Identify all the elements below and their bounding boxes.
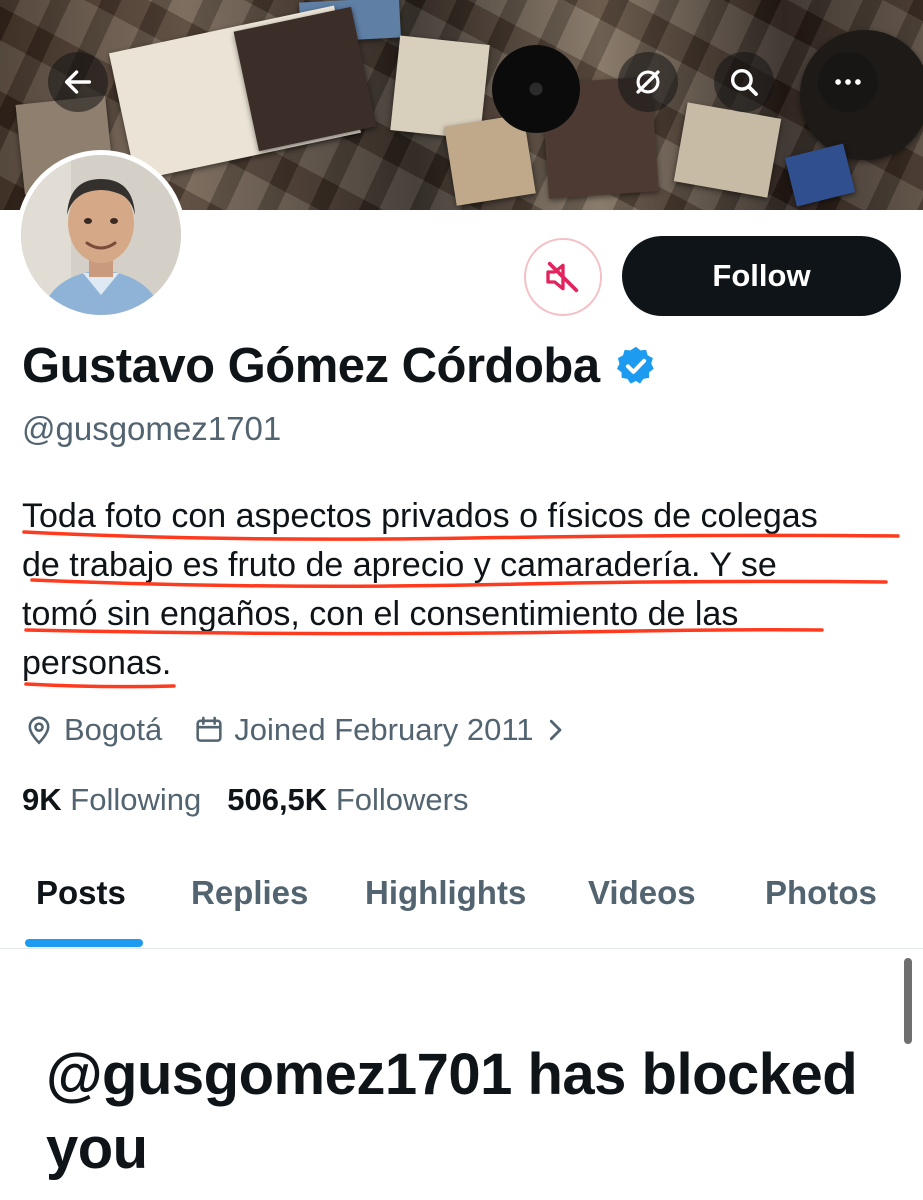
- muted-speaker-icon: [546, 261, 579, 293]
- grok-button[interactable]: [618, 52, 678, 112]
- location-pin-icon: [28, 716, 50, 745]
- avatar: [21, 155, 181, 315]
- following-label: Following: [70, 782, 202, 817]
- avatar-frame[interactable]: [16, 150, 186, 320]
- follow-stats: 9K Following 506,5K Followers: [22, 782, 494, 818]
- more-button[interactable]: [818, 52, 878, 112]
- search-button[interactable]: [714, 52, 774, 112]
- tab-photos[interactable]: Photos: [765, 874, 877, 912]
- tab-videos[interactable]: Videos: [588, 874, 696, 912]
- username-handle: @gusgomez1701: [22, 410, 282, 447]
- following-link[interactable]: 9K Following: [22, 782, 201, 818]
- calendar-icon: [196, 716, 222, 742]
- profile-meta: Bogotá Joined February 2011: [22, 712, 570, 748]
- joined-date[interactable]: Joined February 2011: [192, 712, 569, 748]
- back-button[interactable]: [48, 52, 108, 112]
- arrow-left-icon: [64, 70, 92, 94]
- following-count: 9K: [22, 782, 62, 817]
- search-icon: [730, 68, 758, 96]
- profile-tabs: Posts Replies Highlights Videos Photos: [0, 850, 923, 949]
- tab-highlights[interactable]: Highlights: [365, 874, 526, 912]
- more-horizontal-icon: [835, 79, 861, 85]
- banner-record-cover: [673, 102, 782, 198]
- profile-bio: Toda foto con aspectos privados o físico…: [22, 492, 902, 689]
- tab-posts[interactable]: Posts: [36, 874, 126, 912]
- tab-replies[interactable]: Replies: [191, 874, 308, 912]
- location: Bogotá: [22, 712, 162, 748]
- joined-text: Joined February 2011: [234, 712, 534, 747]
- scrollbar[interactable]: [904, 958, 912, 1044]
- follow-button[interactable]: Follow: [622, 236, 901, 316]
- followers-link[interactable]: 506,5K Followers: [227, 782, 468, 818]
- chevron-right-icon: [549, 719, 561, 741]
- verified-badge-icon[interactable]: [614, 344, 658, 388]
- grok-icon: [636, 70, 660, 94]
- location-text: Bogotá: [64, 712, 163, 747]
- banner-vinyl-record: [492, 45, 580, 133]
- blocked-message: @gusgomez1701 has blocked you: [46, 1042, 858, 1181]
- banner-record-cover: [784, 143, 856, 207]
- avatar-portrait: [21, 155, 181, 315]
- display-name: Gustavo Gómez Córdoba: [22, 339, 600, 393]
- followers-label: Followers: [335, 782, 469, 817]
- active-tab-indicator: [25, 939, 143, 947]
- banner-book-photo: [233, 6, 377, 152]
- unmute-button[interactable]: [524, 238, 602, 316]
- followers-count: 506,5K: [227, 782, 328, 817]
- hand-drawn-underlines: [22, 530, 900, 689]
- profile-name-row: Gustavo Gómez Córdoba: [22, 338, 658, 394]
